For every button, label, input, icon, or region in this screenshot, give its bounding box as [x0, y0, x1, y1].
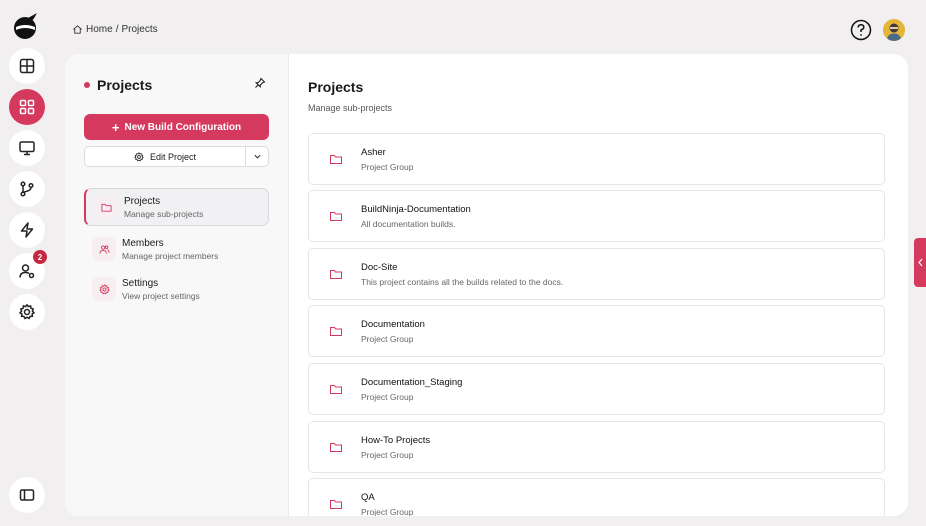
users-settings-icon	[19, 264, 35, 279]
new-build-label: New Build Configuration	[124, 121, 242, 133]
project-sidebar: Projects + New Build Configuration Edit …	[65, 54, 289, 516]
gear-icon	[134, 151, 144, 161]
project-desc: Project Group	[361, 391, 414, 402]
folder-icon	[330, 155, 342, 164]
rail-builds-button[interactable]	[9, 212, 45, 248]
project-name: How-To Projects	[361, 434, 431, 446]
rail-projects-button[interactable]	[9, 89, 45, 125]
project-row-qa[interactable]: QA Project Group	[308, 478, 885, 516]
project-row-buildninja-documentation[interactable]: BuildNinja-Documentation All documentatio…	[308, 190, 885, 242]
nav-icon-box	[92, 237, 116, 261]
project-desc: All documentation builds.	[361, 218, 456, 229]
sidebar-item-members[interactable]: Members Manage project members	[84, 230, 269, 268]
new-build-configuration-button[interactable]: + New Build Configuration	[84, 114, 269, 140]
ninja-logo-icon[interactable]	[11, 11, 41, 41]
nav-icon-box	[92, 277, 116, 301]
sidebar-title-text: Projects	[97, 77, 153, 93]
project-desc: This project contains all the builds rel…	[361, 276, 564, 287]
folder-icon	[330, 385, 342, 394]
project-row-asher[interactable]: Asher Project Group	[308, 133, 885, 185]
rail-settings-button[interactable]	[9, 294, 45, 330]
rail-agents-button[interactable]	[9, 130, 45, 166]
sidebar-item-settings[interactable]: Settings View project settings	[84, 270, 269, 308]
project-name: Documentation	[361, 318, 425, 330]
folder-icon	[100, 203, 112, 212]
settings-icon	[18, 303, 36, 320]
sidebar-item-sublabel: View project settings	[122, 290, 200, 301]
plus-icon: +	[111, 119, 120, 135]
folder-icon	[330, 270, 342, 279]
page-subtitle: Manage sub-projects	[308, 103, 393, 113]
rail-dashboard-button[interactable]	[9, 48, 45, 84]
members-icon	[98, 245, 110, 254]
breadcrumb-home-link[interactable]: Home	[86, 24, 113, 35]
left-rail: 2	[0, 0, 52, 526]
folder-icon	[330, 212, 342, 221]
project-name: Doc-Site	[361, 261, 398, 273]
sidebar-item-label: Projects	[124, 195, 161, 207]
page-title: Projects	[308, 79, 364, 95]
rail-users-button[interactable]: 2	[9, 250, 47, 289]
chevron-down-icon	[253, 154, 261, 159]
edit-project-label: Edit Project	[149, 151, 197, 162]
pin-icon[interactable]	[254, 77, 266, 89]
project-name: QA	[361, 491, 375, 503]
rail-collapse-button[interactable]	[9, 477, 45, 513]
project-desc: Project Group	[361, 333, 414, 344]
sidebar-item-label: Settings	[122, 277, 159, 289]
expand-panel-tab[interactable]	[914, 238, 926, 287]
project-name: Asher	[361, 146, 386, 158]
chevron-left-icon	[917, 258, 922, 267]
project-name: BuildNinja-Documentation	[361, 203, 471, 215]
help-icon[interactable]	[850, 19, 872, 41]
project-name: Documentation_Staging	[361, 376, 463, 388]
sidebar-title: Projects	[84, 77, 152, 93]
edit-project-button[interactable]: Edit Project	[85, 147, 246, 166]
monitor-icon	[19, 141, 35, 156]
project-desc: Project Group	[361, 449, 414, 460]
user-avatar[interactable]	[883, 19, 905, 41]
breadcrumb: Home / Projects	[72, 24, 158, 35]
lightning-icon	[20, 222, 34, 238]
notification-badge: 2	[33, 250, 47, 264]
breadcrumb-current: Projects	[121, 24, 158, 35]
home-icon[interactable]	[72, 24, 83, 35]
projects-icon	[19, 99, 35, 115]
project-desc: Project Group	[361, 506, 414, 517]
sidebar-item-label: Members	[122, 237, 164, 249]
sidebar-item-projects[interactable]: Projects Manage sub-projects	[84, 188, 269, 226]
project-row-documentation-staging[interactable]: Documentation_Staging Project Group	[308, 363, 885, 415]
gear-icon	[98, 283, 110, 294]
folder-icon	[330, 500, 342, 509]
folder-icon	[330, 327, 342, 336]
git-branch-icon	[20, 181, 34, 197]
edit-project-dropdown-toggle[interactable]	[246, 147, 268, 166]
breadcrumb-separator: /	[115, 24, 119, 35]
project-row-doc-site[interactable]: Doc-Site This project contains all the bu…	[308, 248, 885, 300]
project-desc: Project Group	[361, 161, 414, 172]
main-card: Projects + New Build Configuration Edit …	[65, 54, 908, 516]
sidebar-toggle-icon	[19, 489, 35, 501]
nav-icon-box	[94, 195, 118, 219]
avatar-icon	[883, 19, 905, 41]
status-dot	[84, 82, 90, 88]
sidebar-item-sublabel: Manage sub-projects	[124, 208, 204, 219]
sidebar-item-sublabel: Manage project members	[122, 250, 219, 261]
dashboard-icon	[19, 58, 35, 74]
edit-project-split-button: Edit Project	[84, 146, 269, 167]
project-row-how-to-projects[interactable]: How-To Projects Project Group	[308, 421, 885, 473]
rail-vcs-button[interactable]	[9, 171, 45, 207]
project-row-documentation[interactable]: Documentation Project Group	[308, 305, 885, 357]
folder-icon	[330, 443, 342, 452]
